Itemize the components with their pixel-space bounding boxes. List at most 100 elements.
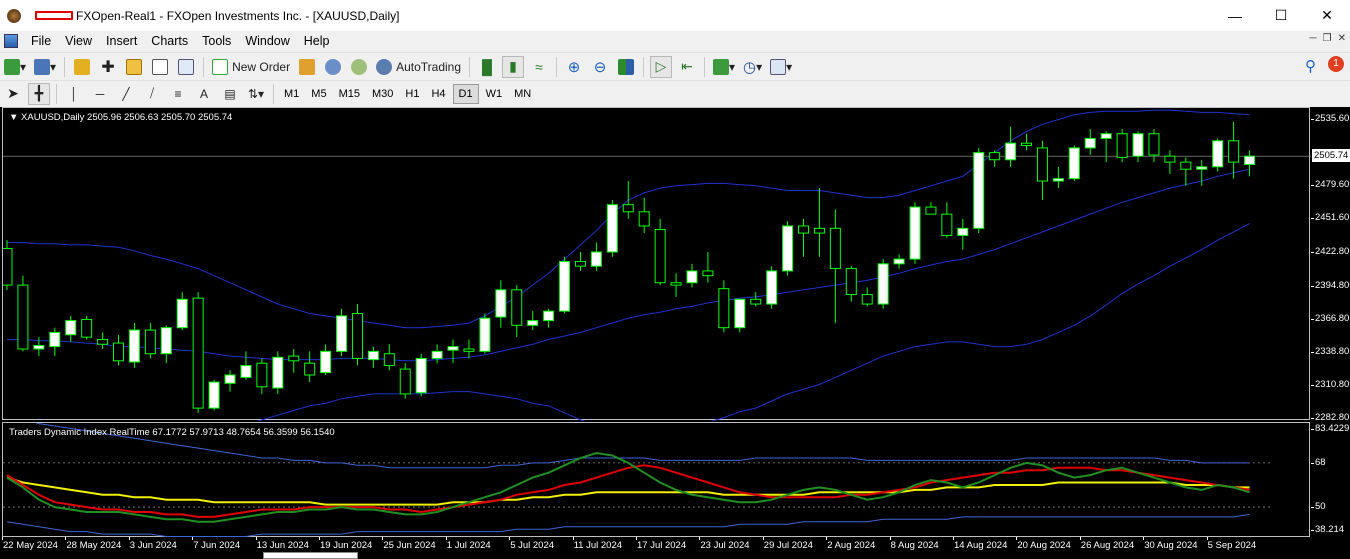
candle-body (1036, 147, 1048, 182)
chart-shift-button[interactable]: ⇤ (676, 56, 698, 78)
menu-insert[interactable]: Insert (99, 34, 144, 48)
candle-body (367, 350, 379, 361)
maximize-button[interactable]: ☐ (1258, 0, 1304, 31)
candle-body (559, 260, 571, 312)
candle-body (128, 329, 140, 363)
app-logo-icon (7, 8, 21, 23)
candle (1100, 131, 1112, 163)
time-axis-label: 5 Sep 2024 (1207, 540, 1257, 551)
periods-button[interactable]: ◷ ▾ (741, 56, 764, 78)
new-order-button[interactable]: New Order (210, 56, 292, 78)
auto-scroll-button[interactable]: ▷ (650, 55, 673, 78)
tdi-signal-line (6, 464, 1250, 518)
candle-body (97, 339, 109, 345)
candle-body (1212, 140, 1224, 168)
candle (1228, 121, 1240, 179)
trendline-button[interactable]: ╱ (115, 83, 137, 105)
search-button[interactable]: ⚲ (1305, 57, 1316, 75)
candle-body (160, 327, 172, 355)
candle-body (479, 317, 491, 352)
indicator-axis-label: 83.4229 (1315, 423, 1350, 434)
tf-m30[interactable]: M30 (367, 84, 398, 104)
chart-window[interactable]: ▼ XAUUSD,Daily 2505.96 2506.63 2505.70 2… (0, 107, 1350, 559)
tdi-market-base-line (6, 476, 1250, 506)
text-label-button[interactable]: ▤ (219, 83, 241, 105)
tf-h4[interactable]: H4 (426, 84, 450, 104)
new-chart-button[interactable]: ▾ (2, 56, 28, 78)
menu-window[interactable]: Window (238, 34, 296, 48)
tdi-indicator-panel[interactable]: Traders Dynamic Index RealTime 67.1772 5… (2, 422, 1310, 537)
radio-button[interactable] (348, 56, 370, 78)
templates-button[interactable]: ▾ (768, 56, 794, 78)
tf-h1[interactable]: H1 (400, 84, 424, 104)
crosshair-button[interactable]: ╋ (28, 82, 50, 105)
strategy-tester-button[interactable] (175, 56, 197, 78)
data-window-button[interactable]: ✚ (97, 56, 119, 78)
menu-view[interactable]: View (58, 34, 99, 48)
minimize-button[interactable]: — (1212, 0, 1258, 31)
tf-m15[interactable]: M15 (334, 84, 365, 104)
candle (845, 266, 857, 302)
arrows-button[interactable]: ⇅ ▾ (245, 83, 267, 105)
price-chart-panel[interactable]: ▼ XAUUSD,Daily 2505.96 2506.63 2505.70 2… (2, 107, 1311, 421)
zoom-out-button[interactable]: ⊖ (589, 56, 611, 78)
candle-body (782, 225, 794, 272)
notification-badge[interactable]: 1 (1328, 56, 1344, 72)
current-price-label: 2505.74 (1312, 149, 1350, 163)
chart-tab-scrollbar[interactable] (263, 552, 358, 559)
mdi-restore-icon[interactable]: ❐ (1323, 33, 1332, 44)
horizontal-line-button[interactable]: ─ (89, 83, 111, 105)
metaeditor-button[interactable] (296, 56, 318, 78)
signals-button[interactable] (322, 56, 344, 78)
cursor-button[interactable]: ➤ (2, 83, 24, 105)
market-watch-button[interactable] (71, 56, 93, 78)
mdi-close-icon[interactable]: ✕ (1338, 33, 1346, 44)
text-label-icon: ▤ (224, 86, 236, 101)
time-axis-label: 28 May 2024 (66, 540, 122, 551)
equidistant-channel-button[interactable]: ⧸ (141, 83, 163, 105)
menu-file[interactable]: File (24, 34, 58, 48)
candle (1005, 126, 1017, 167)
text-button[interactable]: A (193, 83, 215, 105)
mdi-minimize-icon[interactable]: ─ (1310, 33, 1317, 44)
time-axis-label: 11 Jul 2024 (573, 540, 623, 551)
candle-body (1244, 155, 1256, 165)
candle-body (1052, 178, 1064, 182)
candle-body (543, 310, 555, 322)
autotrading-button[interactable]: AutoTrading (374, 56, 463, 78)
tf-m1[interactable]: M1 (279, 84, 304, 104)
candle (256, 358, 268, 394)
tf-w1[interactable]: W1 (481, 84, 508, 104)
line-studies-toolbar: ➤ ╋ │ ─ ╱ ⧸ ≡ A ▤ ⇅ ▾ M1 M5 M15 M30 H1 H4… (0, 80, 1350, 106)
candle-body (893, 258, 905, 265)
line-chart-button[interactable]: ≈ (528, 56, 550, 78)
candle (622, 181, 634, 219)
fibonacci-button[interactable]: ≡ (167, 83, 189, 105)
tf-mn[interactable]: MN (509, 84, 536, 104)
tf-m5[interactable]: M5 (306, 84, 331, 104)
candlestick-button[interactable]: ▮ (502, 55, 525, 78)
candle-body (33, 344, 45, 350)
menu-tools[interactable]: Tools (195, 34, 238, 48)
zoom-in-button[interactable]: ⊕ (563, 56, 585, 78)
chart-window-icon (4, 34, 18, 48)
navigator-button[interactable] (123, 56, 145, 78)
menu-help[interactable]: Help (297, 34, 337, 48)
candle (1164, 150, 1176, 174)
line-chart-icon: ≈ (535, 58, 543, 75)
candle (606, 199, 618, 257)
terminal-button[interactable] (149, 56, 171, 78)
close-button[interactable]: ✕ (1304, 0, 1350, 31)
price-axis-label: 2394.80 (1315, 279, 1350, 291)
candle (320, 344, 332, 376)
indicators-button[interactable]: ▾ (711, 56, 737, 78)
tile-windows-button[interactable] (615, 56, 637, 78)
tdi-indicator-svg (3, 423, 1273, 537)
candle (3, 240, 13, 290)
profiles-button[interactable]: ▾ (32, 56, 58, 78)
bar-chart-button[interactable]: █ (476, 56, 498, 78)
candle (559, 256, 571, 314)
vertical-line-button[interactable]: │ (63, 83, 85, 105)
tf-d1[interactable]: D1 (452, 83, 479, 104)
menu-charts[interactable]: Charts (144, 34, 195, 48)
